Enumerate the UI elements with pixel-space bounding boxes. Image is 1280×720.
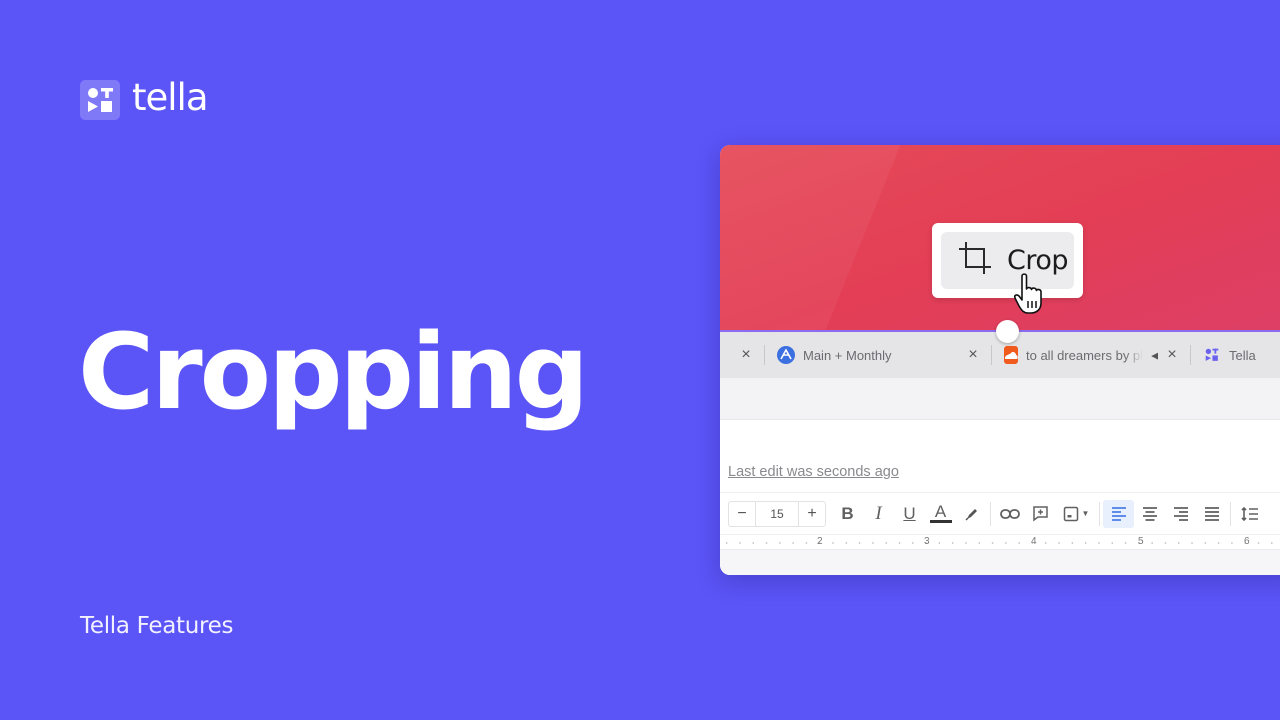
crop-button[interactable]: Crop — [941, 232, 1074, 289]
tab-close-icon[interactable]: × — [740, 346, 752, 364]
tab-close-icon[interactable]: × — [967, 346, 979, 364]
align-right-icon[interactable] — [1165, 500, 1196, 528]
last-edit-link[interactable]: Last edit was seconds ago — [728, 464, 899, 480]
app-screenshot: Crop × Main + Monthly × to all dreamers … — [720, 145, 1280, 575]
font-size-stepper: − 15 + — [728, 500, 826, 527]
align-left-icon[interactable] — [1103, 499, 1134, 528]
tab-divider — [1190, 345, 1191, 365]
crop-popover: Crop — [932, 223, 1083, 298]
text-color-swatch — [929, 520, 952, 523]
font-size-input[interactable]: 15 — [755, 501, 799, 526]
video-preview-background: Crop — [720, 145, 1280, 332]
ruler-ticks — [720, 542, 1280, 544]
toolbar-divider — [1230, 501, 1231, 526]
browser-tab-soundcloud[interactable]: to all dreamers by pl ◀︎ — [1004, 346, 1158, 364]
ruler-number: 5 — [1138, 536, 1144, 547]
a-circle-icon — [777, 346, 795, 364]
ruler-number: 4 — [1031, 536, 1037, 547]
highlight-pen-icon[interactable] — [956, 500, 987, 528]
tab-close-icon[interactable]: × — [1166, 346, 1178, 364]
toolbar-divider — [990, 501, 991, 526]
tab-title: to all dreamers by pl — [1026, 347, 1144, 363]
browser-address-bar[interactable] — [720, 378, 1280, 420]
increase-font-size-button[interactable]: + — [799, 502, 825, 526]
ruler-number: 3 — [924, 536, 930, 547]
toolbar-divider — [1099, 501, 1100, 526]
crop-button-label: Crop — [1007, 245, 1069, 276]
tab-title: Tella — [1229, 347, 1256, 363]
speaker-icon[interactable]: ◀︎ — [1151, 349, 1158, 362]
align-justify-icon[interactable] — [1196, 500, 1227, 528]
hand-pointer-icon — [1013, 273, 1047, 320]
formatting-toolbar: − 15 + B I U A ▼ — [720, 492, 1280, 534]
insert-image-icon[interactable]: ▼ — [1056, 500, 1096, 528]
decrease-font-size-button[interactable]: − — [729, 502, 755, 526]
text-color-button[interactable]: A — [925, 500, 956, 528]
brand-name: tella — [132, 76, 209, 119]
add-comment-icon[interactable] — [1025, 500, 1056, 528]
bold-button[interactable]: B — [832, 500, 863, 528]
tab-title: Main + Monthly — [803, 347, 892, 363]
document-header-area — [720, 421, 1280, 491]
align-center-icon[interactable] — [1134, 500, 1165, 528]
ruler-number: 6 — [1244, 536, 1250, 547]
italic-button[interactable]: I — [863, 500, 894, 528]
crop-icon — [957, 240, 993, 281]
chevron-down-icon: ▼ — [1081, 509, 1090, 518]
browser-tab-main-monthly[interactable]: Main + Monthly — [777, 346, 967, 364]
insert-link-icon[interactable] — [994, 500, 1025, 528]
underline-button[interactable]: U — [894, 500, 925, 528]
page-title: Cropping — [78, 311, 589, 433]
tella-logo: tella — [80, 76, 209, 120]
tab-divider — [764, 345, 765, 365]
crop-drag-handle[interactable] — [996, 320, 1019, 343]
ruler-number: 2 — [817, 536, 823, 547]
browser-tab-tella[interactable]: Tella — [1203, 346, 1256, 364]
document-canvas — [720, 550, 1280, 575]
tab-divider — [991, 345, 992, 365]
soundcloud-icon — [1004, 346, 1018, 364]
line-spacing-icon[interactable] — [1234, 500, 1265, 528]
text-color-icon: A — [934, 502, 947, 521]
series-label: Tella Features — [80, 613, 234, 639]
tella-favicon — [1203, 346, 1221, 364]
tella-logo-icon — [80, 80, 120, 120]
document-ruler: 2 3 4 5 6 — [720, 534, 1280, 550]
